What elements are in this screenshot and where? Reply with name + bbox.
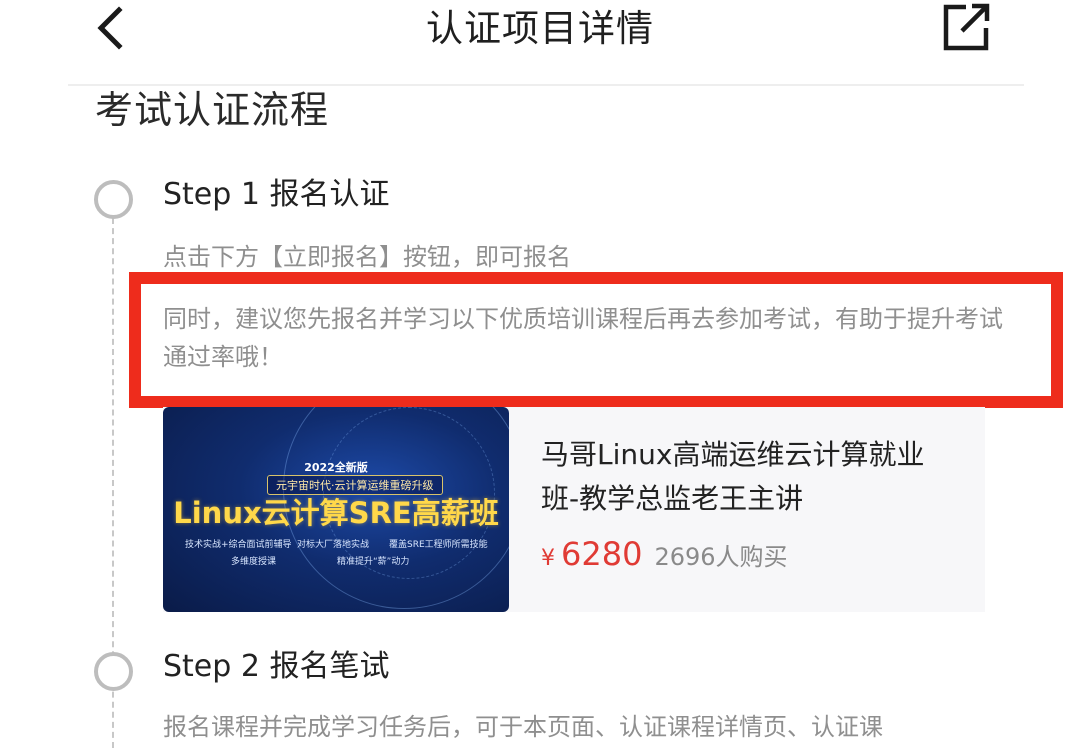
thumbnail-feature: 多维度授课 bbox=[231, 557, 277, 567]
share-button[interactable] bbox=[938, 0, 994, 56]
step-2-dot bbox=[94, 652, 133, 691]
section-title: 考试认证流程 bbox=[95, 88, 330, 132]
thumbnail-feature: 精准提升“薪”动力 bbox=[337, 557, 410, 567]
thumbnail-feature: 技术实战+综合面试前辅导 bbox=[185, 540, 292, 550]
thumbnail-title: Linux云计算SRE高薪班 bbox=[173, 496, 499, 530]
top-bar: 认证项目详情 bbox=[0, 0, 1080, 80]
thumbnail-edition: 2022全新版 bbox=[304, 461, 368, 474]
share-icon bbox=[943, 3, 990, 51]
price-currency: ¥ bbox=[541, 546, 555, 571]
certification-detail-page: 认证项目详情 考试认证流程 Step 1 报名认证 点击下方【立即报名】按钮，即… bbox=[0, 0, 1080, 748]
step-2-description: 报名课程并完成学习任务后，可于本页面、认证课程详情页、认证课 bbox=[163, 713, 883, 741]
thumbnail-feature: 对标大厂落地实战 bbox=[297, 540, 370, 550]
step-1-recommendation: 同时，建议您先报名并学习以下优质培训课程后再去参加考试，有助于提升考试通过率哦！ bbox=[163, 305, 1003, 371]
step-1-description: 点击下方【立即报名】按钮，即可报名 bbox=[163, 243, 571, 271]
course-thumbnail: 2022全新版 元宇宙时代·云计算运维重磅升级 Linux云计算SRE高薪班 技… bbox=[163, 407, 509, 612]
course-name[interactable]: 马哥Linux高端运维云计算就业班-教学总监老王主讲 bbox=[541, 433, 951, 521]
step-1-dot bbox=[94, 180, 133, 219]
thumbnail-subtitle: 元宇宙时代·云计算运维重磅升级 bbox=[267, 475, 443, 495]
step-2-title: Step 2 报名笔试 bbox=[163, 649, 390, 684]
course-card[interactable]: 2022全新版 元宇宙时代·云计算运维重磅升级 Linux云计算SRE高薪班 技… bbox=[163, 407, 985, 612]
thumbnail-feature: 覆盖SRE工程师所需技能 bbox=[389, 540, 488, 550]
course-price: 6280 bbox=[561, 535, 643, 573]
step-1-title: Step 1 报名认证 bbox=[163, 177, 390, 212]
price-row: ¥6280 2696人购买 bbox=[541, 535, 788, 579]
page-title: 认证项目详情 bbox=[426, 7, 654, 50]
buyer-count: 2696人购买 bbox=[654, 543, 788, 571]
